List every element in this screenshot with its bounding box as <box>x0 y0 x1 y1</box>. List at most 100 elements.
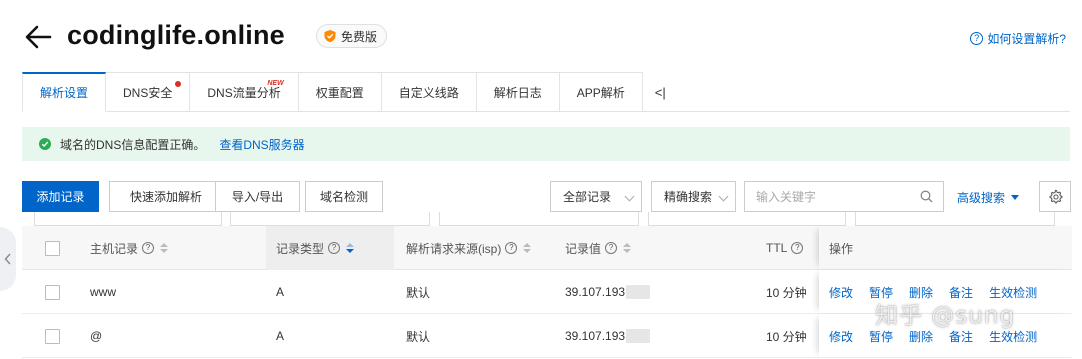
notification-dot <box>175 81 182 87</box>
col-ttl: TTL ? <box>766 226 804 270</box>
col-ttl-label: TTL <box>766 241 788 255</box>
table-row: @ A 默认 39.107.193 10 分钟 修改 暂停 删除 备注 生效检测 <box>22 314 1072 358</box>
select-all-checkbox[interactable] <box>45 240 60 256</box>
tab-label: 解析日志 <box>493 85 542 100</box>
import-export-button[interactable]: 导入/导出 <box>215 181 300 212</box>
effect-check-link[interactable]: 生效检测 <box>989 284 1037 301</box>
alert-message: 域名的DNS信息配置正确。 <box>60 137 206 152</box>
gear-icon <box>1049 189 1062 204</box>
type-cell: A <box>276 285 285 299</box>
tab-label: 解析设置 <box>40 86 89 100</box>
search-input[interactable]: 输入关键字 <box>744 181 944 212</box>
advanced-search-button[interactable]: 高级搜索 <box>957 189 1020 206</box>
col-ops: 操作 <box>829 226 853 270</box>
tab-dns-security[interactable]: DNS安全 <box>106 72 191 112</box>
sort-icon[interactable] <box>346 243 355 253</box>
help-link-label: 如何设置解析? <box>987 32 1066 46</box>
isp-cell: 默认 <box>406 329 431 344</box>
sidebar-collapse-handle[interactable] <box>0 227 16 291</box>
check-circle-icon <box>39 138 51 150</box>
dropdown-edge <box>230 212 430 226</box>
question-icon[interactable]: ? <box>505 242 518 254</box>
settings-button[interactable] <box>1039 181 1071 212</box>
question-icon[interactable]: ? <box>142 242 155 254</box>
value-cell: 39.107.193 <box>565 270 651 314</box>
question-icon: ? <box>970 32 984 45</box>
tab-dns-traffic[interactable]: DNS流量分析 NEW <box>190 72 299 112</box>
record-filter-select[interactable]: 全部记录 <box>550 181 642 212</box>
delete-link[interactable]: 删除 <box>909 284 933 301</box>
edit-link[interactable]: 修改 <box>829 284 853 301</box>
col-value[interactable]: 记录值 ? <box>565 226 632 270</box>
remark-link[interactable]: 备注 <box>949 284 973 301</box>
back-arrow-icon[interactable] <box>24 22 52 52</box>
delete-link[interactable]: 删除 <box>909 328 933 345</box>
col-value-label: 记录值 <box>565 241 602 256</box>
status-alert: 域名的DNS信息配置正确。 查看DNS服务器 <box>22 127 1070 161</box>
chevron-down-icon <box>624 191 635 202</box>
dropdown-edge <box>855 212 1055 226</box>
advanced-search-label: 高级搜索 <box>957 191 1006 205</box>
search-mode-value: 精确搜索 <box>664 190 713 204</box>
tabs-scroll-button[interactable]: <| <box>643 72 678 112</box>
quick-add-button[interactable]: 快速添加解析 <box>109 181 223 212</box>
tab-app-resolve[interactable]: APP解析 <box>559 72 643 112</box>
tab-label: DNS安全 <box>123 85 173 100</box>
tab-label: 自定义线路 <box>398 85 459 100</box>
col-type[interactable]: 记录类型 ? <box>276 226 355 270</box>
question-icon[interactable]: ? <box>791 242 804 254</box>
select-all-cell <box>45 226 60 270</box>
help-link[interactable]: ? 如何设置解析? <box>970 30 1066 47</box>
tab-divider <box>22 111 1070 112</box>
dropdown-edge <box>648 212 846 226</box>
record-filter-value: 全部记录 <box>563 190 612 204</box>
chevron-down-icon <box>718 191 729 202</box>
tab-custom-line[interactable]: 自定义线路 <box>381 72 477 112</box>
effect-check-link[interactable]: 生效检测 <box>989 328 1037 345</box>
sort-icon[interactable] <box>623 243 632 253</box>
question-icon[interactable]: ? <box>328 242 341 254</box>
row-select-cell <box>45 314 60 358</box>
actions-cell: 修改 暂停 删除 备注 生效检测 <box>829 314 1037 358</box>
tab-label: 权重配置 <box>315 85 364 100</box>
col-isp[interactable]: 解析请求来源(isp) ? <box>406 226 532 270</box>
edit-link[interactable]: 修改 <box>829 328 853 345</box>
search-icon[interactable] <box>920 190 933 203</box>
search-mode-select[interactable]: 精确搜索 <box>651 181 736 212</box>
value-text: 39.107.193 <box>565 329 626 343</box>
domain-title: codinglife.online <box>67 20 285 50</box>
domain-check-button[interactable]: 域名检测 <box>305 181 383 212</box>
redacted-block <box>626 329 651 343</box>
tab-bar: 解析设置 DNS安全 DNS流量分析 NEW 权重配置 自定义线路 解析日志 AP… <box>22 72 678 112</box>
toolbar: 添加记录 快速添加解析 导入/导出 域名检测 全部记录 精确搜索 输入关键字 高… <box>22 181 1072 212</box>
search-placeholder: 输入关键字 <box>756 190 817 204</box>
new-tag: NEW <box>267 80 284 87</box>
row-checkbox[interactable] <box>45 328 60 344</box>
ttl-cell: 10 分钟 <box>766 329 807 344</box>
tab-label: APP解析 <box>576 85 625 100</box>
pause-link[interactable]: 暂停 <box>869 284 893 301</box>
actions-cell: 修改 暂停 删除 备注 生效检测 <box>829 270 1037 314</box>
value-cell: 39.107.193 <box>565 314 651 358</box>
dropdown-edge <box>439 212 639 226</box>
shield-icon <box>324 30 336 43</box>
row-checkbox[interactable] <box>45 284 60 300</box>
view-dns-servers-link[interactable]: 查看DNS服务器 <box>219 136 304 153</box>
plan-badge-label: 免费版 <box>341 29 378 44</box>
tab-weight-config[interactable]: 权重配置 <box>298 72 382 112</box>
question-icon[interactable]: ? <box>605 242 618 254</box>
tab-dns-settings[interactable]: 解析设置 <box>22 72 107 112</box>
remark-link[interactable]: 备注 <box>949 328 973 345</box>
host-cell: @ <box>90 329 103 343</box>
type-cell: A <box>276 329 285 343</box>
redacted-block <box>626 285 651 299</box>
add-record-button[interactable]: 添加记录 <box>22 181 99 212</box>
tab-resolve-log[interactable]: 解析日志 <box>476 72 560 112</box>
sort-icon[interactable] <box>523 243 532 253</box>
table-header: 主机记录 ? 记录类型 ? 解析请求来源(isp) ? 记录值 ? TTL ? … <box>22 226 1072 270</box>
pause-link[interactable]: 暂停 <box>869 328 893 345</box>
col-ops-label: 操作 <box>829 241 854 256</box>
chevron-left-icon <box>4 253 11 265</box>
sort-icon[interactable] <box>160 243 169 253</box>
col-host[interactable]: 主机记录 ? <box>90 226 169 270</box>
